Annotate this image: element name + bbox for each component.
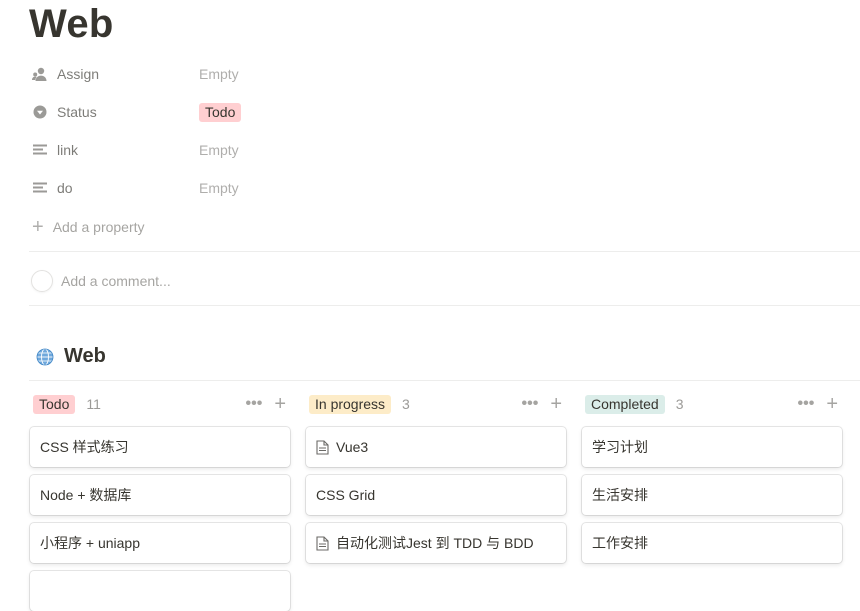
comment-placeholder: Add a comment... <box>61 273 171 289</box>
column-header: Completed 3 ••• + <box>582 394 844 414</box>
page-title[interactable]: Web <box>29 0 114 48</box>
board-card[interactable]: CSS 样式练习 <box>30 427 290 467</box>
add-property-label: Add a property <box>52 219 145 235</box>
board-card[interactable]: 学习计划 <box>582 427 842 467</box>
card-title: 小程序 + uniapp <box>40 535 140 551</box>
property-link[interactable]: link Empty <box>30 135 430 165</box>
document-icon <box>316 439 329 455</box>
plus-icon[interactable]: + <box>550 394 562 414</box>
property-name: Assign <box>57 66 100 82</box>
database-title[interactable]: Web <box>36 345 106 368</box>
divider <box>29 305 860 306</box>
property-name: Status <box>57 104 97 120</box>
card-title: Vue3 <box>336 439 369 455</box>
avatar <box>31 270 53 292</box>
divider <box>29 380 860 381</box>
board-column-in-progress: In progress 3 ••• + Vue3 CSS Grid 自动化测试J… <box>306 394 568 563</box>
board-card[interactable]: Vue3 <box>306 427 566 467</box>
card-title: 自动化测试Jest 到 TDD 与 BDD <box>336 535 534 551</box>
board-column-todo: Todo 11 ••• + CSS 样式练习 Node + 数据库 小程序 + … <box>30 394 292 611</box>
column-count: 3 <box>675 396 684 412</box>
board-card[interactable]: 小程序 + uniapp <box>30 523 290 563</box>
board-card[interactable] <box>30 571 290 611</box>
property-assign[interactable]: Assign Empty <box>30 59 430 89</box>
more-icon[interactable]: ••• <box>522 396 539 412</box>
plus-icon[interactable]: + <box>274 394 286 414</box>
property-status[interactable]: Status Todo <box>30 97 430 127</box>
plus-icon[interactable]: + <box>826 394 838 414</box>
board-card[interactable]: 生活安排 <box>582 475 842 515</box>
column-count: 3 <box>402 396 410 412</box>
property-do[interactable]: do Empty <box>30 173 430 203</box>
card-title: 生活安排 <box>592 487 648 503</box>
status-tag[interactable]: Todo <box>199 102 242 122</box>
board-column-completed: Completed 3 ••• + 学习计划 生活安排 工作安排 <box>582 394 844 563</box>
property-value[interactable]: Empty <box>199 66 239 82</box>
column-count: 11 <box>86 396 101 412</box>
property-value[interactable]: Empty <box>199 180 239 196</box>
globe-icon <box>36 348 54 365</box>
property-value[interactable]: Empty <box>199 142 239 158</box>
column-header: In progress 3 ••• + <box>306 394 568 414</box>
column-label[interactable]: Todo <box>33 394 76 414</box>
card-title: 工作安排 <box>592 535 648 551</box>
column-label[interactable]: In progress <box>309 394 392 414</box>
comment-input[interactable]: Add a comment... <box>31 270 171 292</box>
add-property-button[interactable]: + Add a property <box>32 214 145 240</box>
database-title-label: Web <box>64 345 106 367</box>
text-lines-icon <box>30 178 50 198</box>
column-header: Todo 11 ••• + <box>30 394 292 414</box>
more-icon[interactable]: ••• <box>798 396 815 412</box>
divider <box>29 251 860 252</box>
property-name: link <box>57 142 79 158</box>
property-name: do <box>57 180 73 196</box>
card-title: 学习计划 <box>592 439 648 455</box>
document-icon <box>316 535 329 551</box>
plus-icon: + <box>32 216 44 238</box>
card-title: CSS 样式练习 <box>40 439 129 455</box>
column-label[interactable]: Completed <box>585 394 665 414</box>
status-icon <box>30 102 50 122</box>
board-card[interactable]: 自动化测试Jest 到 TDD 与 BDD <box>306 523 566 563</box>
person-icon <box>30 64 50 84</box>
card-title: Node + 数据库 <box>40 487 132 503</box>
more-icon[interactable]: ••• <box>246 396 263 412</box>
board-card[interactable]: Node + 数据库 <box>30 475 290 515</box>
text-lines-icon <box>30 140 50 160</box>
board-card[interactable]: CSS Grid <box>306 475 566 515</box>
board-card[interactable]: 工作安排 <box>582 523 842 563</box>
card-title: CSS Grid <box>316 487 376 503</box>
